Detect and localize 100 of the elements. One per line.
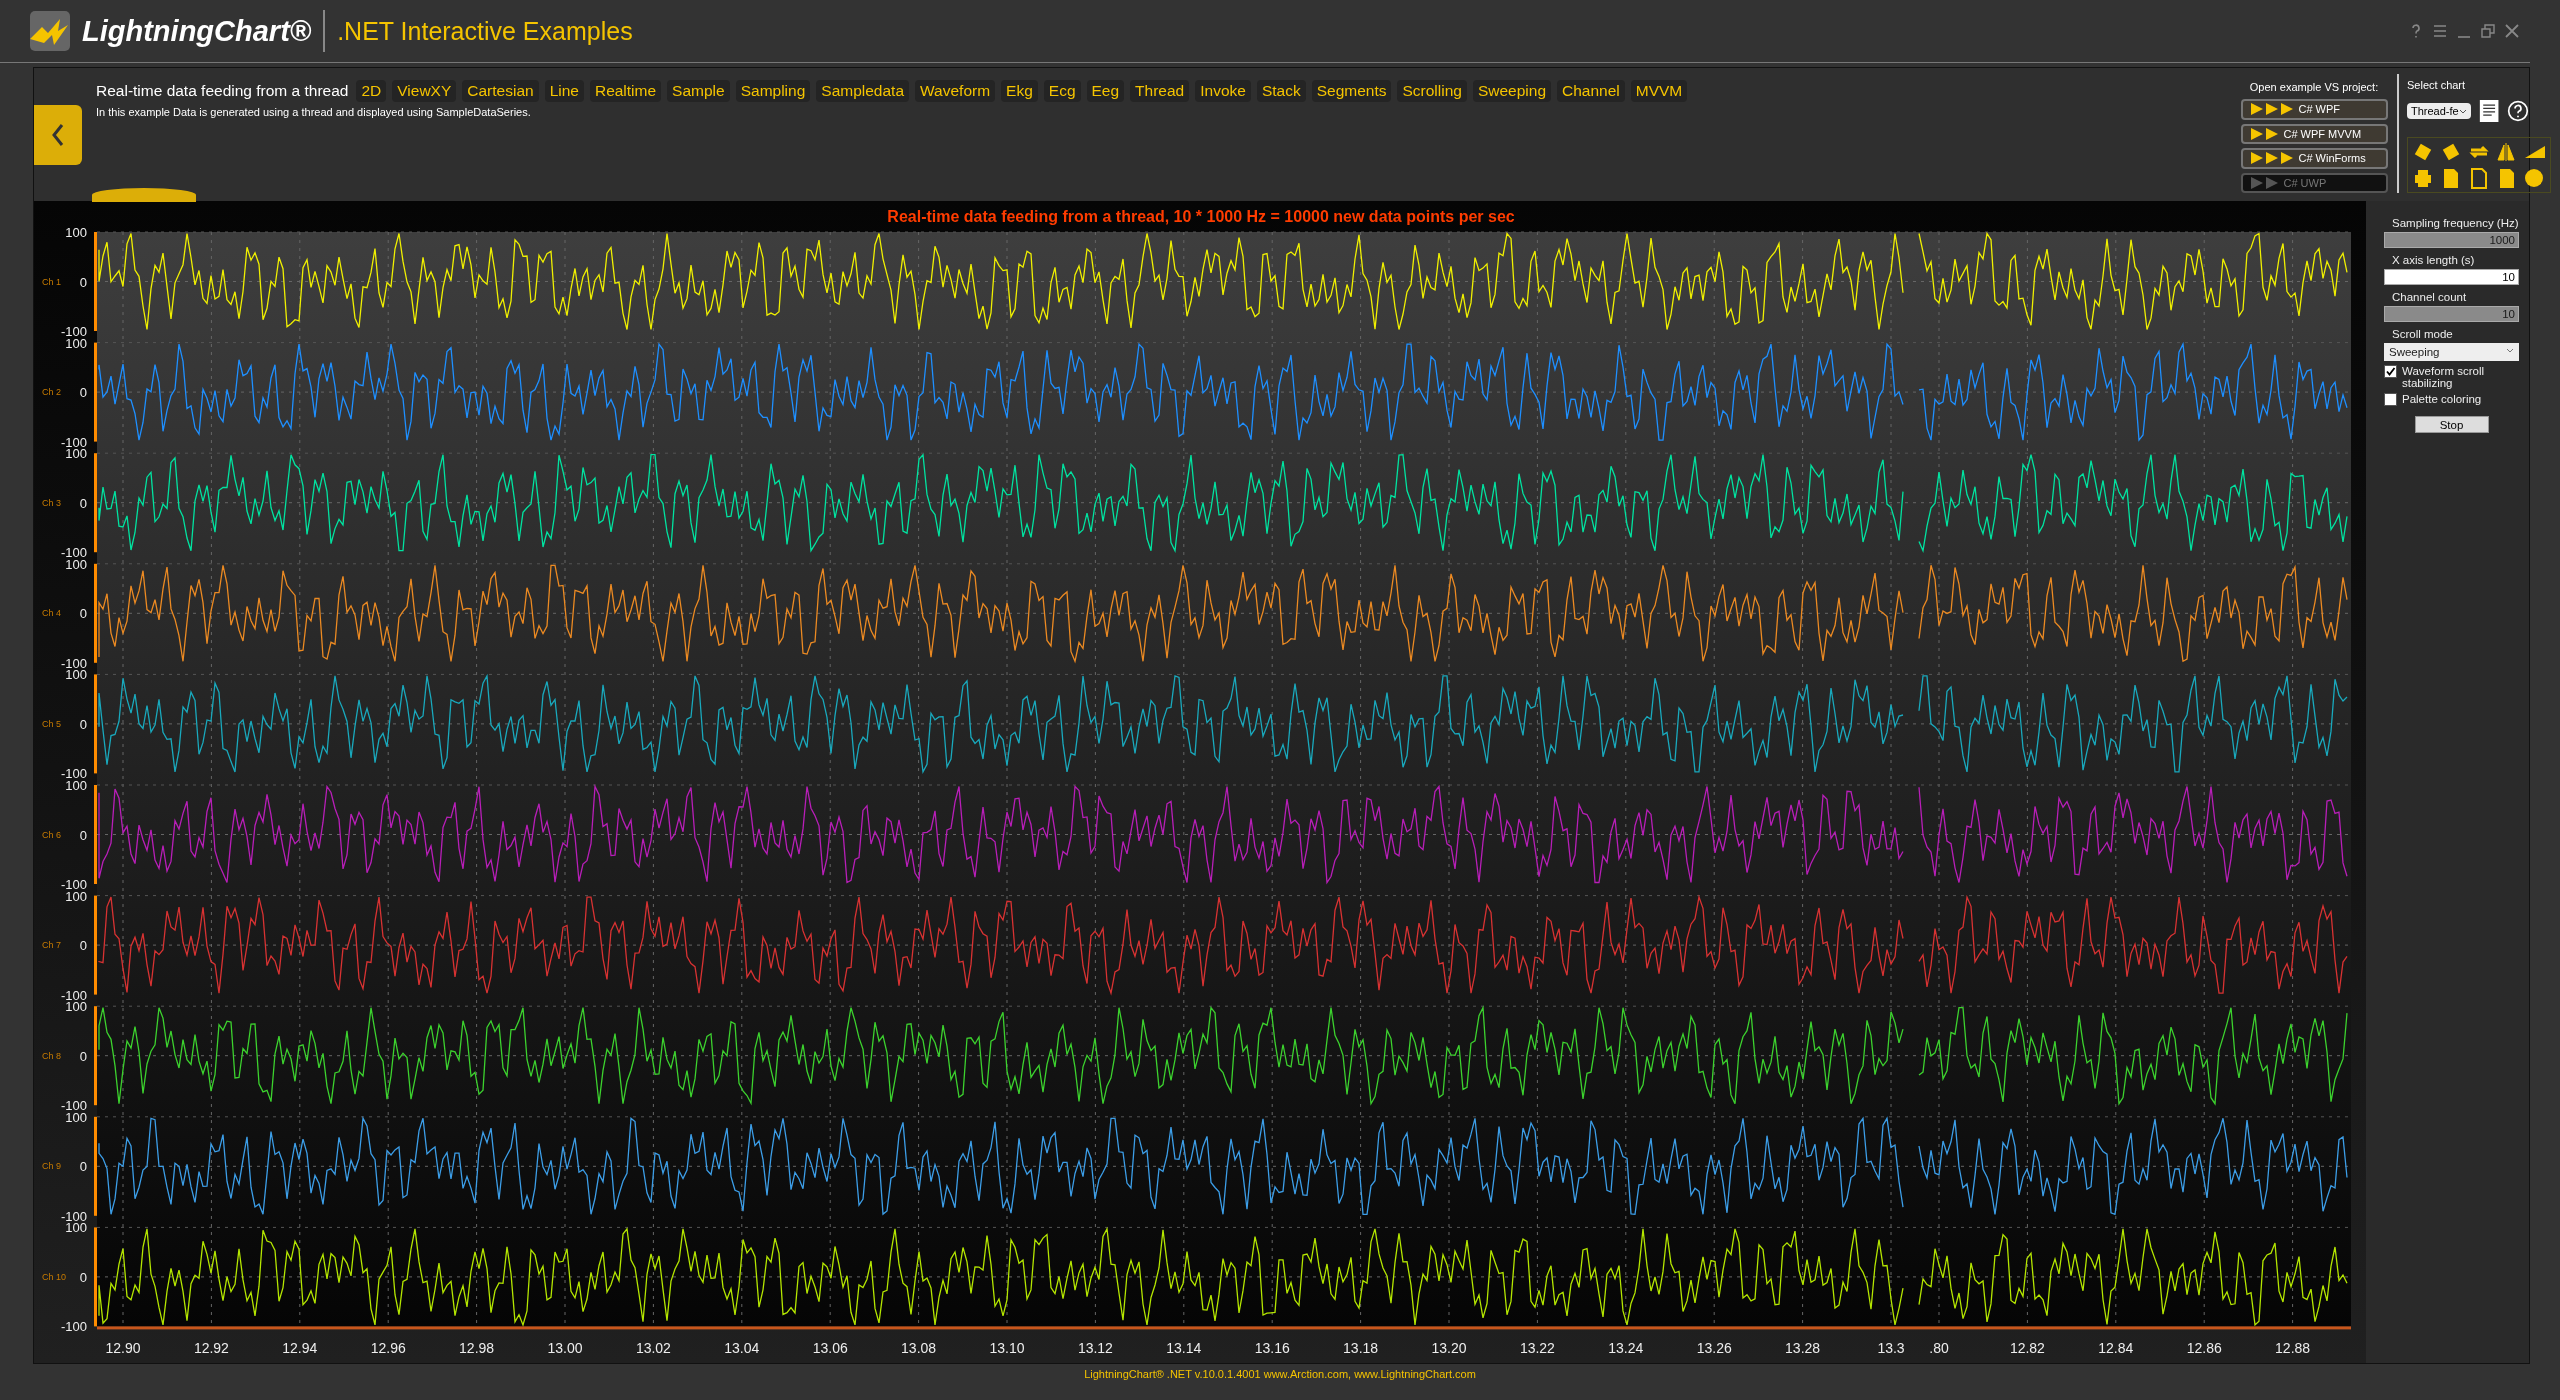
channel-label: Ch 9 — [42, 1161, 61, 1172]
y-tick-label: -100 — [60, 1319, 87, 1335]
tag[interactable]: Channel — [1557, 80, 1625, 102]
tag[interactable]: MVVM — [1630, 80, 1688, 102]
channel-label: Ch 4 — [42, 608, 61, 619]
x-tick-label: 12.90 — [105, 1340, 141, 1356]
logo-icon — [28, 9, 72, 53]
x-tick-label: 13.26 — [1696, 1340, 1732, 1356]
tag[interactable]: Scrolling — [1397, 80, 1467, 102]
field-label: Channel count — [2392, 291, 2468, 303]
x-tick-label: 12.86 — [2186, 1340, 2222, 1356]
field-label: X axis length (s) — [2392, 254, 2476, 266]
stop-button[interactable]: Stop — [2414, 416, 2489, 433]
x-tick-label: 13.22 — [1519, 1340, 1555, 1356]
example-title: Real-time data feeding from a thread — [96, 82, 349, 100]
x-tick-label: 13.20 — [1431, 1340, 1467, 1356]
tag[interactable]: Thread — [1130, 80, 1190, 102]
project-button[interactable]: C# WPF — [2240, 99, 2388, 120]
y-tick-label: 0 — [79, 938, 87, 954]
y-tick-label: 0 — [79, 606, 87, 622]
y-tick-label: 0 — [79, 274, 87, 290]
tag[interactable]: Sampledata — [816, 80, 910, 102]
y-tick-label: 0 — [79, 716, 87, 732]
channel-label: Ch 1 — [42, 276, 61, 287]
tag[interactable]: Ecg — [1043, 80, 1081, 102]
play-arrows-icon — [2250, 127, 2278, 140]
x-tick-label: 13.16 — [1254, 1340, 1290, 1356]
app-title: .NET Interactive Examples — [337, 16, 633, 46]
checkbox[interactable] — [2384, 365, 2397, 378]
logo-text: LightningChart® — [82, 14, 312, 48]
y-tick-label: 0 — [79, 495, 87, 511]
field-label: Sampling frequency (Hz) — [2392, 217, 2519, 229]
x-tick-label: 13.3 — [1877, 1340, 1905, 1356]
tag[interactable]: Sample — [667, 80, 730, 102]
select-chart-label: Select chart — [2407, 79, 2466, 91]
tag[interactable]: 2D — [356, 80, 387, 102]
input-field[interactable]: 10 — [2384, 269, 2519, 285]
x-tick-label: 12.84 — [2098, 1340, 2134, 1356]
tag[interactable]: Sweeping — [1472, 80, 1551, 102]
channel-label: Ch 10 — [42, 1271, 67, 1282]
tag[interactable]: Cartesian — [462, 80, 539, 102]
channel-label: Ch 5 — [42, 718, 61, 729]
project-button[interactable]: C# WinForms — [2240, 148, 2388, 169]
x-tick-label: 13.18 — [1343, 1340, 1379, 1356]
help-icon[interactable] — [2507, 98, 2529, 124]
field-label: Scroll mode — [2392, 328, 2454, 340]
tag[interactable]: Waveform — [915, 80, 996, 102]
collapse-handle[interactable] — [92, 188, 196, 202]
chevron-left-icon — [51, 122, 65, 148]
footer-text: LightningChart® .NET v.10.0.1.4001 www.Arction.com, www.LightningChart.com — [1084, 1368, 1476, 1380]
x-tick-label: 12.98 — [459, 1340, 495, 1356]
project-button[interactable]: C# WPF MVVM — [2240, 123, 2388, 144]
tag[interactable]: Eeg — [1086, 80, 1125, 102]
tag[interactable]: Invoke — [1195, 80, 1251, 102]
x-tick-label: 13.00 — [547, 1340, 583, 1356]
x-tick-label: 13.12 — [1077, 1340, 1113, 1356]
checkbox[interactable] — [2384, 393, 2397, 406]
tag[interactable]: Segments — [1311, 80, 1392, 102]
play-arrows-icon — [2250, 176, 2278, 189]
y-tick-label: 0 — [79, 1048, 87, 1064]
tag[interactable]: Ekg — [1001, 80, 1038, 102]
play-arrows-icon — [2250, 103, 2293, 116]
tag[interactable]: Line — [544, 80, 584, 102]
restore-icon[interactable] — [2480, 23, 2496, 39]
tag[interactable]: Sampling — [735, 80, 811, 102]
x-tick-label: 12.94 — [282, 1340, 318, 1356]
chart-title: Real-time data feeding from a thread, 10 * 1000 Hz = 10000 new data points per sec — [887, 208, 1515, 225]
scroll-mode-dropdown[interactable]: Sweeping — [2384, 343, 2519, 361]
checkbox-label: Palette coloring — [2402, 393, 2482, 405]
x-tick-label: 12.82 — [2009, 1340, 2045, 1356]
x-tick-label: 13.14 — [1166, 1340, 1202, 1356]
tag[interactable]: Realtime — [589, 80, 662, 102]
x-tick-label: 13.10 — [989, 1340, 1025, 1356]
play-arrows-icon — [2250, 152, 2293, 165]
y-tick-label: 0 — [79, 827, 87, 843]
x-tick-label: 13.28 — [1785, 1340, 1821, 1356]
x-tick-label: .80 — [1929, 1340, 1949, 1356]
x-tick-label: 12.88 — [2275, 1340, 2311, 1356]
menu-icon[interactable] — [2432, 23, 2448, 39]
tag[interactable]: Stack — [1256, 80, 1306, 102]
y-tick-label: 0 — [79, 1159, 87, 1175]
checkbox-label: Waveform scroll stabilizing — [2402, 365, 2485, 389]
caret-icon — [2458, 107, 2467, 115]
document-icon[interactable] — [2478, 97, 2499, 125]
x-tick-label: 13.02 — [635, 1340, 671, 1356]
example-description: In this example Data is generated using a thread and displayed using SampleDataSeries. — [96, 106, 532, 118]
project-label: Open example VS project: — [2249, 81, 2379, 93]
back-button[interactable] — [34, 105, 82, 165]
close-icon[interactable] — [2504, 23, 2520, 39]
y-tick-label: 0 — [79, 1269, 87, 1285]
channel-label: Ch 6 — [42, 829, 61, 840]
y-tick-label: 100 — [65, 225, 87, 240]
chart-dropdown[interactable]: Thread-fe — [2407, 103, 2471, 119]
channel-label: Ch 8 — [42, 1050, 61, 1061]
x-tick-label: 12.96 — [370, 1340, 406, 1356]
y-tick-label: 0 — [79, 385, 87, 401]
tag[interactable]: ViewXY — [392, 80, 457, 102]
channel-label: Ch 3 — [42, 497, 61, 508]
channel-label: Ch 2 — [42, 387, 61, 398]
channel-label: Ch 7 — [42, 940, 61, 951]
